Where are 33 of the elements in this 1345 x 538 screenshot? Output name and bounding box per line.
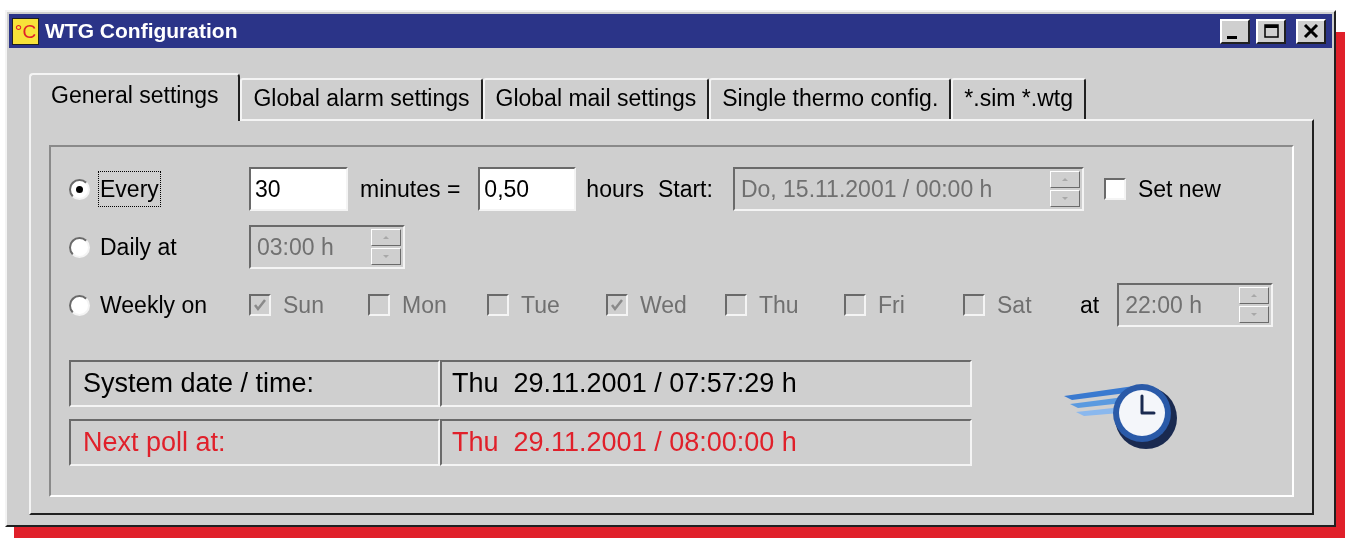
radio-label[interactable]: Weekly on — [98, 286, 209, 324]
tab[interactable]: Global mail settings — [482, 78, 710, 119]
info-value: Thu 29.11.2001 / 07:57:29 h — [440, 360, 972, 407]
radio-button[interactable] — [69, 178, 90, 200]
maximize-icon — [1261, 22, 1281, 40]
tab[interactable]: Global alarm settings — [240, 78, 483, 119]
info-label: Next poll at: — [69, 419, 440, 466]
minimize-button[interactable] — [1220, 18, 1250, 44]
close-icon — [1301, 22, 1321, 40]
info-value: Thu 29.11.2001 / 08:00:00 h — [440, 419, 972, 466]
checkbox[interactable] — [1103, 178, 1126, 200]
info-label: System date / time: — [69, 360, 440, 407]
unit-label: minutes = — [360, 174, 461, 204]
maximize-button[interactable] — [1256, 18, 1286, 44]
radio-label[interactable]: Daily at — [98, 228, 179, 266]
unit-label: hours — [586, 174, 644, 204]
window-title: WTG Configuration — [45, 18, 239, 45]
app-icon: °C — [12, 17, 39, 45]
checkbox-label[interactable]: Set new — [1137, 171, 1221, 207]
tab[interactable]: General settings — [29, 73, 241, 121]
field-label: Start: — [657, 174, 713, 204]
minimize-icon — [1227, 35, 1237, 39]
radio-button[interactable] — [69, 236, 90, 258]
checkmark-icon — [253, 298, 267, 312]
radio-button[interactable] — [69, 294, 90, 316]
input-field[interactable]: 0,50 — [478, 167, 577, 211]
tab[interactable]: *.sim *.wtg — [951, 78, 1086, 119]
close-button[interactable] — [1296, 18, 1326, 44]
radio-label[interactable]: Every — [98, 170, 161, 208]
field-label: at — [1080, 290, 1100, 320]
tab[interactable]: Single thermo config. — [709, 78, 952, 119]
input-field[interactable]: 30 — [249, 167, 348, 211]
checkmark-icon — [610, 298, 624, 312]
